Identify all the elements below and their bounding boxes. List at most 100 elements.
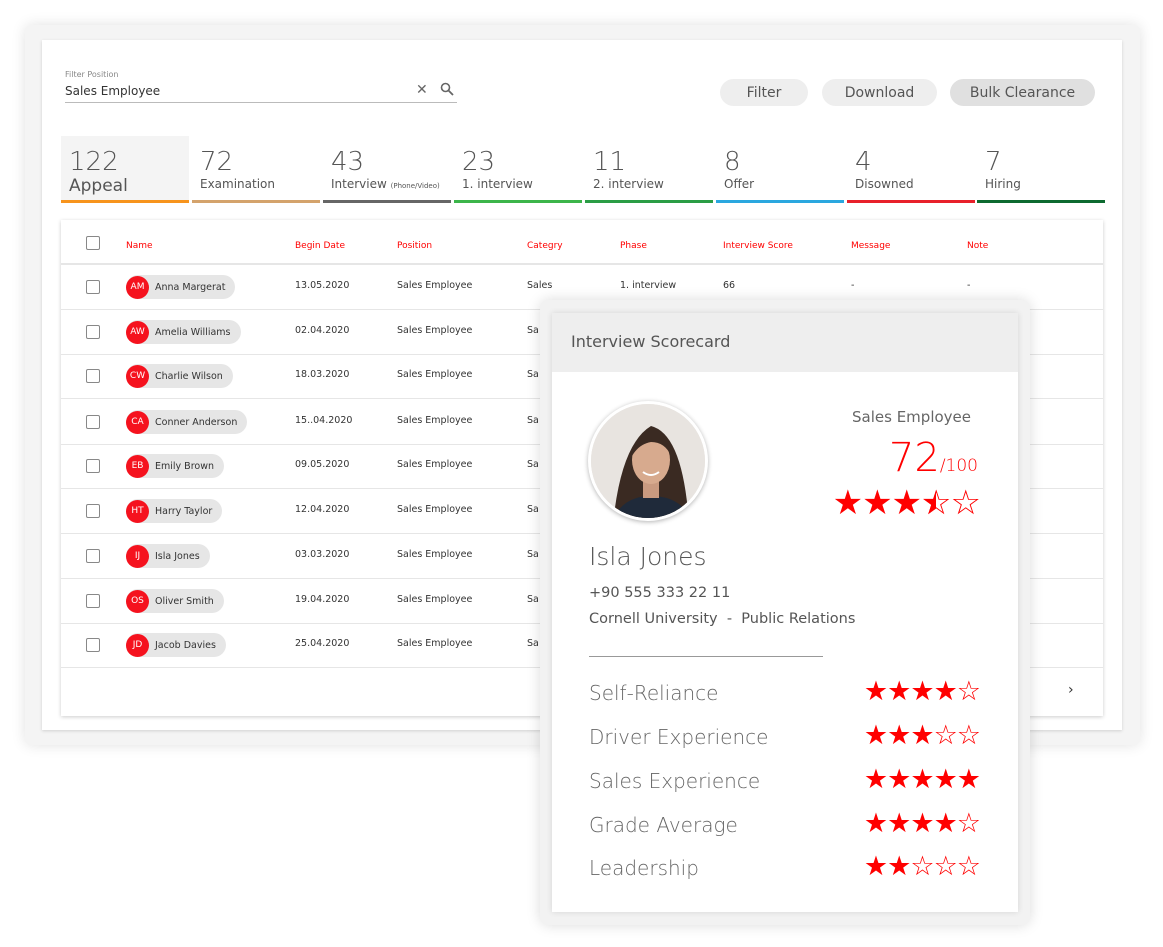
download-button[interactable]: Download [822, 79, 937, 106]
column-header[interactable]: Position [397, 241, 432, 251]
cell-position: Sales Employee [397, 638, 473, 649]
interview-scorecard: Interview Scorecard Sales Employee 72/10… [552, 313, 1018, 912]
candidate-chip[interactable]: CA Conner Anderson [126, 410, 248, 434]
tab-count: 43 [331, 147, 365, 177]
tab-disowned[interactable]: 4 Disowned [847, 136, 975, 203]
star-filled-icon: ★ [887, 851, 911, 882]
clear-icon[interactable]: ✕ [416, 82, 428, 98]
row-checkbox[interactable] [86, 280, 100, 294]
cell-date: 19.04.2020 [295, 594, 350, 605]
tab-label-text: Offer [724, 177, 755, 191]
candidate-name: Oliver Smith [155, 595, 214, 607]
overall-score: 72/100 [889, 435, 978, 481]
star-filled-icon: ★ [887, 676, 911, 707]
avatar: AM [126, 275, 149, 299]
star-empty-icon: ☆ [956, 851, 981, 882]
tab-count: 11 [593, 147, 627, 177]
tab-color-bar [61, 200, 189, 203]
star-empty-icon: ☆ [956, 676, 981, 707]
tab-offer[interactable]: 8 Offer [716, 136, 844, 203]
row-checkbox[interactable] [86, 504, 100, 518]
cell-score: 66 [723, 280, 736, 291]
cell-date: 15..04.2020 [295, 415, 353, 426]
star-filled-icon: ★ [863, 808, 888, 839]
cell-position: Sales Employee [397, 415, 473, 426]
row-checkbox[interactable] [86, 549, 100, 563]
cell-position: Sales Employee [397, 459, 473, 470]
cell-phase: 1. interview [620, 280, 677, 291]
filter-label: Filter Position [65, 70, 119, 79]
cell-date: 02.04.2020 [295, 325, 350, 336]
column-header[interactable]: Interview Score [723, 241, 793, 251]
candidate-name: Harry Taylor [155, 505, 213, 517]
star-empty-icon: ☆ [956, 808, 981, 839]
candidate-name: Amelia Williams [155, 326, 231, 338]
candidate-chip[interactable]: EB Emily Brown [126, 454, 224, 478]
header-divider [61, 263, 1103, 265]
star-filled-icon: ★ [933, 764, 958, 795]
row-checkbox[interactable] [86, 594, 100, 608]
tab-appeal[interactable]: 122 Appeal [61, 136, 189, 203]
star-filled-icon: ★ [863, 676, 888, 707]
row-checkbox[interactable] [86, 638, 100, 652]
star-empty-icon: ☆ [910, 851, 934, 882]
tab-label-text: Hiring [985, 177, 1021, 191]
tab-label-text: 1. interview [462, 177, 533, 191]
column-header[interactable]: Phase [620, 241, 647, 251]
cell-category: Sa [527, 459, 539, 470]
criterion-label: Leadership [589, 856, 699, 880]
column-header[interactable]: Begin Date [295, 241, 345, 251]
star-empty-icon: ☆ [956, 720, 981, 751]
tab-label: Examination [200, 176, 320, 192]
cell-position: Sales Employee [397, 594, 473, 605]
star-filled-icon: ★ [887, 808, 911, 839]
avatar: CW [126, 364, 149, 388]
column-header[interactable]: Message [851, 241, 890, 251]
candidate-chip[interactable]: OS Oliver Smith [126, 589, 224, 613]
candidate-chip[interactable]: AW Amelia Williams [126, 320, 241, 344]
tab-label: Disowned [855, 176, 975, 192]
avatar: EB [126, 454, 149, 478]
tab-interview[interactable]: 43 Interview (Phone/Video) [323, 136, 451, 203]
row-checkbox[interactable] [86, 369, 100, 383]
cell-note: - [967, 280, 971, 291]
candidate-chip[interactable]: CW Charlie Wilson [126, 364, 233, 388]
filter-position-input[interactable]: Sales Employee [65, 84, 160, 98]
candidate-chip[interactable]: HT Harry Taylor [126, 499, 223, 523]
tab-color-bar [716, 200, 844, 203]
candidate-phone: +90 555 333 22 11 [589, 585, 731, 601]
star-filled-icon: ★ [910, 676, 934, 707]
bulk-clearance-button[interactable]: Bulk Clearance [950, 79, 1095, 106]
tab-2-interview[interactable]: 11 2. interview [585, 136, 713, 203]
row-checkbox[interactable] [86, 415, 100, 429]
chevron-right-icon[interactable]: › [1068, 682, 1074, 698]
candidate-name: Emily Brown [155, 460, 214, 472]
star-filled-icon: ★ [863, 720, 888, 751]
search-icon[interactable] [440, 82, 454, 100]
criterion-label: Sales Experience [589, 769, 761, 793]
star-half-icon: ☆★ [921, 483, 952, 523]
tab-label: Appeal [69, 176, 189, 196]
tab-label-text: Disowned [855, 177, 914, 191]
select-all-checkbox[interactable] [86, 236, 100, 250]
avatar: IJ [126, 544, 149, 568]
row-checkbox[interactable] [86, 459, 100, 473]
column-header[interactable]: Name [126, 241, 153, 251]
tab-count: 23 [462, 147, 496, 177]
cell-date: 13.05.2020 [295, 280, 350, 291]
column-header[interactable]: Note [967, 241, 988, 251]
criterion-stars: ★★★☆☆ [863, 720, 981, 751]
star-filled-icon: ★ [910, 720, 934, 751]
tab-1-interview[interactable]: 23 1. interview [454, 136, 582, 203]
column-header[interactable]: Categry [527, 241, 563, 251]
filter-underline [65, 102, 457, 103]
candidate-chip[interactable]: IJ Isla Jones [126, 544, 210, 568]
tab-hiring[interactable]: 7 Hiring [977, 136, 1105, 203]
filter-button[interactable]: Filter [720, 79, 808, 106]
star-filled-icon: ★ [862, 483, 893, 523]
star-filled-icon: ★ [956, 764, 981, 795]
tab-examination[interactable]: 72 Examination [192, 136, 320, 203]
row-checkbox[interactable] [86, 325, 100, 339]
candidate-chip[interactable]: JD Jacob Davies [126, 633, 226, 657]
candidate-chip[interactable]: AM Anna Margerat [126, 275, 236, 299]
